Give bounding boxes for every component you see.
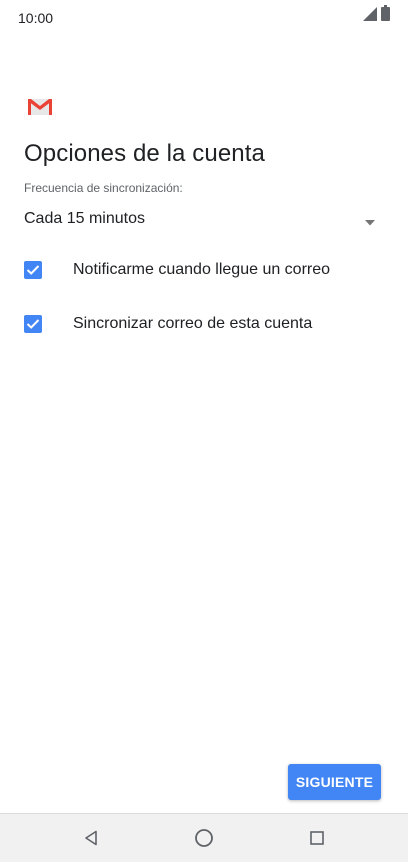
status-bar: 10:00 bbox=[0, 0, 408, 36]
status-icons bbox=[363, 5, 390, 26]
page-title: Opciones de la cuenta bbox=[24, 140, 265, 167]
sync-mail-option[interactable]: Sincronizar correo de esta cuenta bbox=[24, 309, 384, 339]
next-button[interactable]: SIGUIENTE bbox=[288, 764, 381, 800]
recents-icon[interactable] bbox=[305, 826, 329, 850]
notify-label: Notificarme cuando llegue un correo bbox=[73, 261, 331, 278]
notify-checkbox[interactable] bbox=[24, 261, 42, 279]
sync-frequency-dropdown[interactable]: Cada 15 minutos bbox=[24, 200, 380, 238]
status-time: 10:00 bbox=[18, 10, 54, 26]
sync-frequency-label: Frecuencia de sincronización: bbox=[24, 181, 183, 195]
sync-checkbox[interactable] bbox=[24, 315, 42, 333]
sync-frequency-value: Cada 15 minutos bbox=[24, 210, 145, 227]
navigation-bar bbox=[0, 813, 408, 862]
home-icon[interactable] bbox=[192, 826, 216, 850]
battery-icon bbox=[381, 5, 390, 26]
sync-label: Sincronizar correo de esta cuenta bbox=[73, 315, 313, 332]
notify-new-mail-option[interactable]: Notificarme cuando llegue un correo bbox=[24, 255, 384, 285]
gmail-logo-icon bbox=[28, 97, 52, 115]
back-icon[interactable] bbox=[79, 826, 103, 850]
signal-icon bbox=[363, 7, 377, 26]
dropdown-arrow-icon bbox=[364, 214, 376, 226]
